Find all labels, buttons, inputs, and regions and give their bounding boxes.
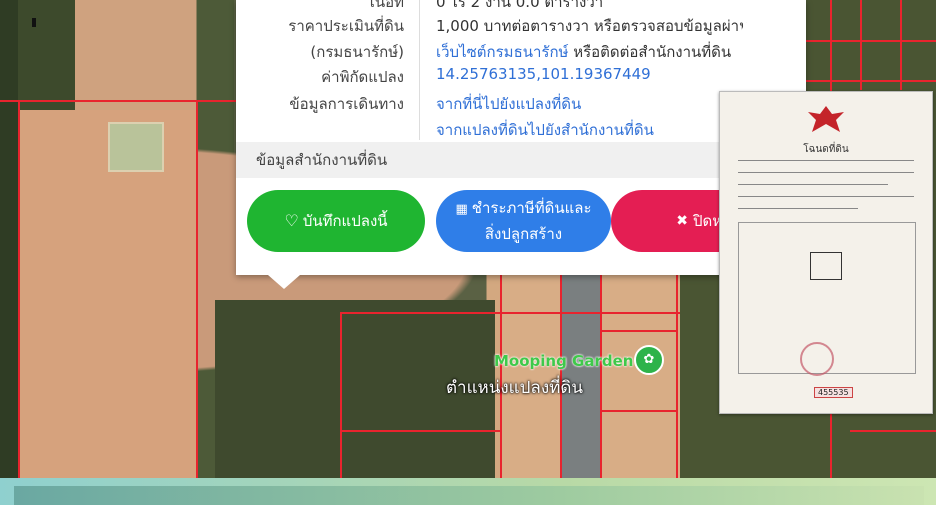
map-field-left-dark xyxy=(0,0,18,478)
bottom-logo-icon xyxy=(740,16,806,38)
row-label: (กรมธนารักษ์) xyxy=(310,43,404,61)
qr-code-icon: ▦ xyxy=(455,202,468,217)
popup-pointer xyxy=(268,275,300,289)
map-field-pink xyxy=(18,110,196,478)
treasury-website-link[interactable]: เว็บไซต์กรมธนารักษ์ xyxy=(436,43,568,61)
bottom-banner xyxy=(0,478,936,505)
parcel-line xyxy=(900,0,902,90)
deed-line xyxy=(738,208,858,209)
pay-tax-line1: ▦ ชำระภาษีที่ดินและ xyxy=(455,196,591,222)
row-value-rest: หรือติดต่อสำนักงานที่ดิน xyxy=(568,43,732,61)
route-to-parcel-link[interactable]: จากที่นี่ไปยังแปลงที่ดิน xyxy=(436,92,581,116)
garuda-emblem-icon xyxy=(806,104,846,134)
info-row-price: ราคาประเมินที่ดิน 1,000 บาทต่อตารางวา หร… xyxy=(236,14,806,40)
coordinates-link[interactable]: 14.25763135,101.19367449 xyxy=(436,65,651,83)
row-value: 0 ไร่ 2 งาน 0.0 ตารางวา xyxy=(436,0,604,11)
parcel-line xyxy=(340,312,342,478)
parcel-line xyxy=(340,430,500,432)
parcel-line xyxy=(860,0,862,90)
parcel-line xyxy=(0,100,236,102)
deed-number: 455535 xyxy=(814,387,853,398)
poi-label[interactable]: Mooping Garden xyxy=(494,352,633,370)
parcel-line xyxy=(600,275,602,478)
save-parcel-label: บันทึกแปลงนี้ xyxy=(302,212,388,230)
x-icon: ✖ xyxy=(676,213,688,229)
parcel-line xyxy=(196,100,198,478)
parcel-marker-label: ตำแหน่งแปลงที่ดิน xyxy=(446,378,584,398)
row-label: ข้อมูลการเดินทาง xyxy=(289,95,404,113)
parcel-line xyxy=(600,330,676,332)
parcel-line xyxy=(806,40,936,42)
bottom-mark-icon xyxy=(32,18,36,27)
parcel-line xyxy=(600,410,676,412)
pay-tax-label-2: สิ่งปลูกสร้าง xyxy=(484,225,563,243)
save-parcel-button[interactable]: ♡ บันทึกแปลงนี้ xyxy=(247,190,425,252)
parcel-line xyxy=(806,80,936,82)
parcel-line xyxy=(850,430,936,432)
deed-line xyxy=(738,160,914,161)
map-pond xyxy=(108,122,164,172)
pay-tax-label-1: ชำระภาษีที่ดินและ xyxy=(471,199,592,217)
row-label: ราคาประเมินที่ดิน xyxy=(288,17,404,35)
deed-line xyxy=(738,172,914,173)
deed-title: โฉนดที่ดิน xyxy=(803,144,849,155)
row-value: เว็บไซต์กรมธนารักษ์ หรือติดต่อสำนักงานที… xyxy=(436,40,731,64)
row-label: ค่าพิกัดแปลง xyxy=(321,68,404,86)
row-value: 1,000 บาทต่อตารางวา หรือตรวจสอบข้อมูลผ่า… xyxy=(436,17,775,35)
pay-tax-button[interactable]: ▦ ชำระภาษีที่ดินและ สิ่งปลูกสร้าง xyxy=(436,190,611,252)
deed-line xyxy=(738,184,888,185)
pay-tax-content: ▦ ชำระภาษีที่ดินและ สิ่งปลูกสร้าง xyxy=(455,196,591,246)
route-to-office-link[interactable]: จากแปลงที่ดินไปยังสำนักงานที่ดิน xyxy=(436,118,654,142)
info-row-coordinates: ค่าพิกัดแปลง 14.25763135,101.19367449 xyxy=(236,65,806,91)
row-label: เนื้อที่ xyxy=(369,0,404,11)
deed-line xyxy=(738,196,914,197)
garden-icon[interactable]: ✿ xyxy=(634,345,664,375)
info-row-treasury: (กรมธนารักษ์) เว็บไซต์กรมธนารักษ์ หรือติ… xyxy=(236,40,806,66)
bottom-banner-inner xyxy=(14,486,924,505)
land-deed-thumbnail[interactable]: โฉนดที่ดิน 455535 xyxy=(719,91,933,414)
parcel-line xyxy=(18,100,20,478)
heart-outline-icon: ♡ xyxy=(284,211,299,230)
parcel-line xyxy=(676,275,678,478)
parcel-line xyxy=(340,312,680,314)
deed-stamp xyxy=(800,342,834,376)
